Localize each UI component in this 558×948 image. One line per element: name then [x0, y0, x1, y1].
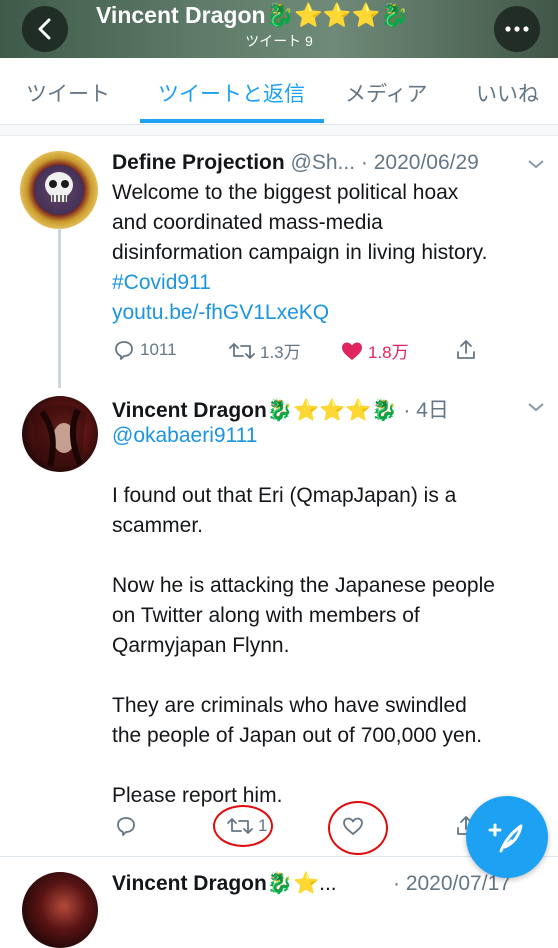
- tabs-separator: [0, 125, 558, 136]
- tweet-date[interactable]: · 2020/06/29: [361, 151, 479, 174]
- author-name[interactable]: Vincent Dragon: [112, 399, 267, 422]
- avatar[interactable]: [20, 151, 98, 229]
- author-handle[interactable]: @Sh...: [291, 151, 356, 174]
- tweet-text-line: the people of Japan out of 700,000 yen.: [112, 724, 483, 747]
- tweet-text-line: Welcome to the biggest political hoax: [112, 181, 459, 204]
- author-name-emoji: 🐉⭐⭐⭐🐉: [266, 399, 398, 422]
- retweet-icon: [229, 342, 255, 359]
- active-tab-indicator: [140, 119, 324, 123]
- skull-emblem-icon: [34, 165, 84, 215]
- share-icon: [457, 340, 475, 359]
- retweet-count: 1.3万: [260, 343, 301, 362]
- chevron-down-icon[interactable]: [527, 401, 545, 413]
- hashtag-link[interactable]: #Covid911: [112, 268, 487, 298]
- author-name-emoji: 🐉⭐...: [266, 872, 337, 895]
- tweet-author-line: Vincent Dragon🐉⭐...: [112, 872, 337, 896]
- reply-to-handle[interactable]: @okabaeri9111: [112, 421, 257, 451]
- url-link[interactable]: youtu.be/-fhGV1LxeKQ: [112, 298, 487, 328]
- like-count: 1.8万: [368, 343, 409, 362]
- tweet-text-line: on Twitter along with members of: [112, 604, 420, 627]
- reply-icon: [115, 341, 133, 360]
- annotation-circle: [213, 805, 273, 847]
- chevron-down-icon[interactable]: [527, 158, 545, 170]
- profile-header: Vincent Dragon🐉⭐⭐⭐🐉 ツイート 9: [0, 0, 558, 58]
- header-title: Vincent Dragon🐉⭐⭐⭐🐉: [96, 2, 409, 29]
- heart-filled-icon: [342, 342, 362, 360]
- tweet-text-line: Please report him.: [112, 784, 283, 807]
- avatar[interactable]: [22, 396, 98, 472]
- retweet-button[interactable]: 1.3万: [228, 338, 301, 363]
- share-button[interactable]: [454, 338, 482, 362]
- tweet-count: ツイート 9: [245, 33, 313, 49]
- profile-tabs: ツイート ツイートと返信 メディア いいね: [0, 58, 558, 125]
- reply-icon: [117, 817, 135, 836]
- annotation-circle: [328, 801, 388, 855]
- tweet-text-line: They are criminals who have swindled: [112, 694, 467, 717]
- header-name-emoji: 🐉⭐⭐⭐🐉: [265, 2, 409, 28]
- more-button[interactable]: [494, 6, 540, 52]
- tweet-text: Welcome to the biggest political hoax an…: [112, 178, 487, 328]
- tweet-date[interactable]: · 4日: [403, 399, 449, 422]
- like-button[interactable]: 1.8万: [340, 338, 409, 363]
- reply-button[interactable]: 1011: [112, 338, 177, 362]
- tweet-author-line: Vincent Dragon🐉⭐⭐⭐🐉 · 4日: [112, 394, 449, 424]
- tab-tweets-and-replies[interactable]: ツイートと返信: [158, 78, 305, 108]
- reply-button[interactable]: [114, 814, 142, 838]
- header-name: Vincent Dragon: [96, 2, 266, 28]
- tab-media[interactable]: メディア: [345, 78, 428, 108]
- tweet-author-line: Define Projection @Sh... · 2020/06/29: [112, 151, 479, 175]
- reply-count: 1011: [140, 340, 177, 359]
- tweet-text: I found out that Eri (QmapJapan) is a sc…: [112, 481, 495, 811]
- compose-feather-icon: [488, 823, 523, 853]
- tweet-text-line: disinformation campaign in living histor…: [112, 241, 488, 264]
- thread-line: [58, 228, 61, 388]
- tweet-text-line: and coordinated mass-media: [112, 211, 383, 234]
- author-name[interactable]: Define Projection: [112, 151, 285, 174]
- tab-tweets[interactable]: ツイート: [26, 78, 110, 108]
- tweet-text-line: scammer.: [112, 514, 204, 537]
- more-icon: [505, 26, 529, 32]
- character-portrait-icon: [32, 404, 86, 467]
- tab-likes[interactable]: いいね: [476, 78, 539, 108]
- tweet-text-line: Qarmyjapan Flynn.: [112, 634, 290, 657]
- tweet-text-line: I found out that Eri (QmapJapan) is a: [112, 484, 457, 507]
- compose-tweet-button[interactable]: [466, 796, 548, 878]
- tweet-text-line: Now he is attacking the Japanese people: [112, 574, 495, 597]
- author-name[interactable]: Vincent Dragon: [112, 872, 267, 895]
- avatar[interactable]: [22, 872, 98, 948]
